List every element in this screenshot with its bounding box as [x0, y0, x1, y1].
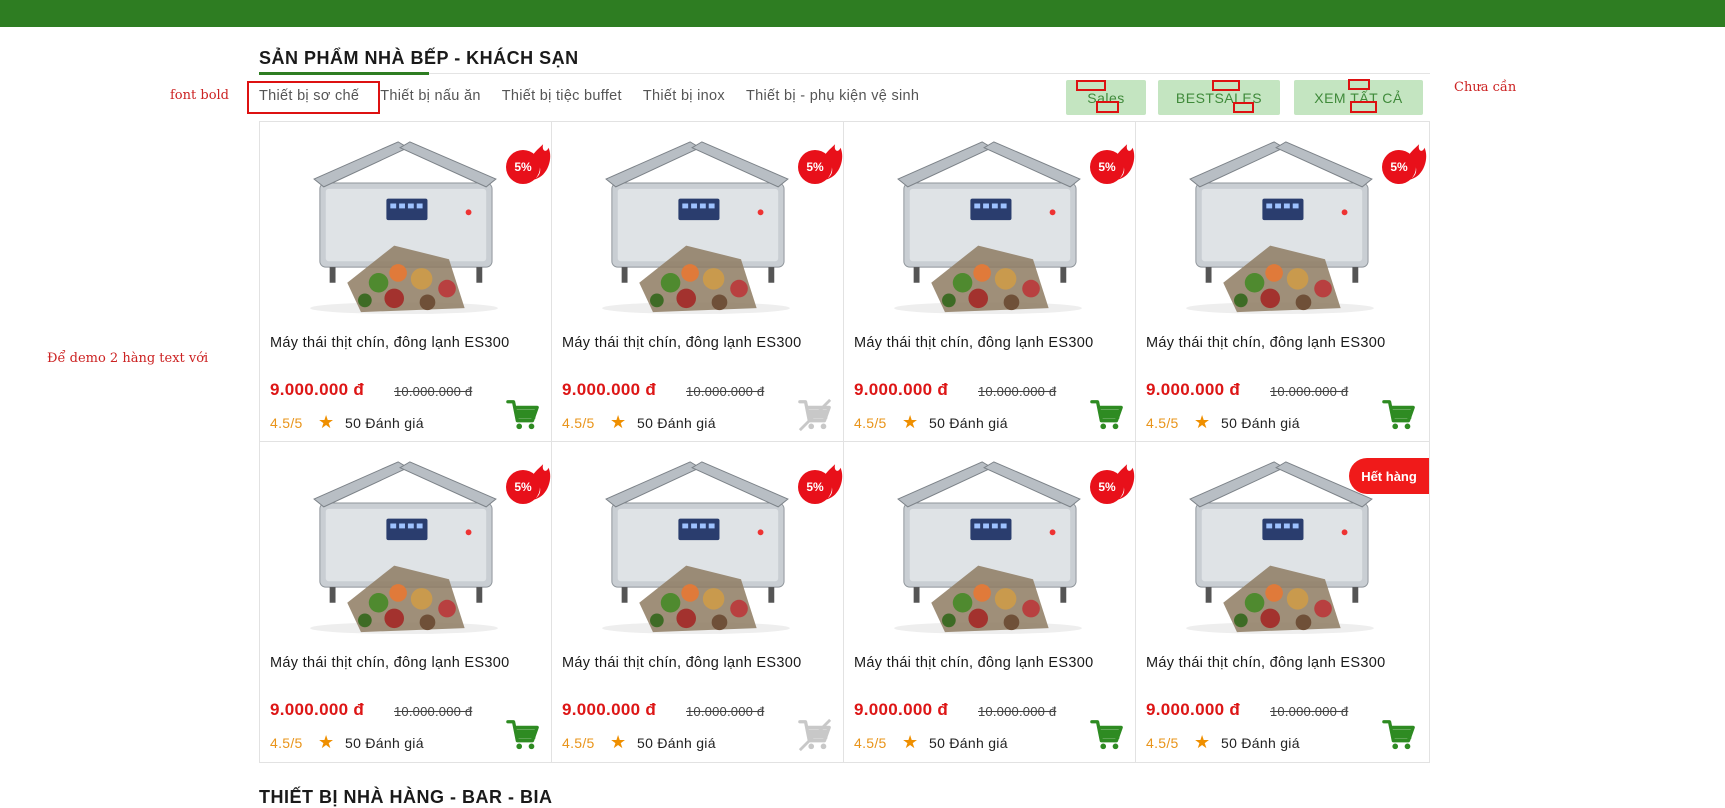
product-rating: 4.5/5	[1146, 735, 1179, 751]
product-image[interactable]	[590, 136, 802, 316]
product-image[interactable]	[590, 456, 802, 636]
tab-thiet-bi-nau-an[interactable]: Thiết bị nấu ăn	[380, 84, 480, 108]
add-to-cart-icon[interactable]	[1090, 398, 1124, 432]
note-chua-can: Chưa cần	[1454, 80, 1517, 95]
tab-thiet-bi-tiec-buffet[interactable]: Thiết bị tiệc buffet	[502, 84, 622, 108]
product-reviews: 50 Đánh giá	[345, 415, 424, 431]
product-name[interactable]: Máy thái thịt chín, đông lạnh ES300	[1146, 654, 1418, 672]
product-reviews: 50 Đánh giá	[929, 735, 1008, 751]
view-all-button[interactable]: XEM TẤT CẢ	[1294, 80, 1423, 115]
product-grid: 5% Máy thái thịt chín, đông lạnh ES300 9…	[259, 121, 1430, 763]
product-old-price: 10.000.000 đ	[1270, 704, 1349, 719]
note-de-demo: Để demo 2 hàng text với	[47, 351, 209, 366]
discount-badge: 5%	[504, 140, 551, 184]
product-rating: 4.5/5	[562, 415, 595, 431]
product-old-price: 10.000.000 đ	[978, 384, 1057, 399]
category-tabs: Thiết bị sơ chế Thiết bị nấu ăn Thiết bị…	[259, 84, 940, 108]
tab-thiet-bi-inox[interactable]: Thiết bị inox	[643, 84, 725, 108]
product-old-price: 10.000.000 đ	[686, 704, 765, 719]
sold-out-badge: Hết hàng	[1349, 458, 1429, 494]
filter-bestsales-button[interactable]: BESTSALES	[1158, 80, 1280, 115]
product-price: 9.000.000 đ	[854, 380, 949, 399]
product-card[interactable]: 5% Máy thái thịt chín, đông lạnh ES300 9…	[552, 122, 844, 442]
product-rating: 4.5/5	[1146, 415, 1179, 431]
product-price: 9.000.000 đ	[1146, 700, 1241, 719]
star-icon: ★	[902, 732, 919, 752]
product-name[interactable]: Máy thái thịt chín, đông lạnh ES300	[270, 334, 542, 352]
product-reviews: 50 Đánh giá	[637, 735, 716, 751]
product-card[interactable]: 5% Máy thái thịt chín, đông lạnh ES300 9…	[260, 122, 552, 442]
product-price: 9.000.000 đ	[562, 380, 657, 399]
top-header-bar	[0, 0, 1725, 27]
star-icon: ★	[1194, 732, 1211, 752]
product-old-price: 10.000.000 đ	[394, 704, 473, 719]
product-card[interactable]: 5% Máy thái thịt chín, đông lạnh ES300 9…	[260, 442, 552, 762]
next-section-title: THIẾT BỊ NHÀ HÀNG - BAR - BIA	[259, 787, 553, 807]
add-to-cart-icon[interactable]	[1382, 398, 1416, 432]
add-to-cart-icon[interactable]	[506, 398, 540, 432]
discount-badge: 5%	[504, 460, 551, 504]
product-reviews: 50 Đánh giá	[1221, 415, 1300, 431]
discount-badge: 5%	[1088, 140, 1135, 184]
cart-off-icon	[798, 718, 832, 752]
product-reviews: 50 Đánh giá	[345, 735, 424, 751]
product-name[interactable]: Máy thái thịt chín, đông lạnh ES300	[562, 334, 834, 352]
product-old-price: 10.000.000 đ	[978, 704, 1057, 719]
cart-off-icon	[798, 398, 832, 432]
product-image[interactable]	[298, 136, 510, 316]
product-name[interactable]: Máy thái thịt chín, đông lạnh ES300	[270, 654, 542, 672]
product-price: 9.000.000 đ	[270, 380, 365, 399]
product-image[interactable]	[1174, 136, 1386, 316]
product-card[interactable]: 5% Máy thái thịt chín, đông lạnh ES300 9…	[552, 442, 844, 762]
product-card[interactable]: 5% Máy thái thịt chín, đông lạnh ES300 9…	[844, 442, 1136, 762]
product-rating: 4.5/5	[270, 735, 303, 751]
discount-badge: 5%	[796, 460, 843, 504]
product-image[interactable]	[882, 136, 1094, 316]
title-divider	[259, 73, 1430, 74]
star-icon: ★	[610, 412, 627, 432]
add-to-cart-icon[interactable]	[1090, 718, 1124, 752]
product-name[interactable]: Máy thái thịt chín, đông lạnh ES300	[562, 654, 834, 672]
product-rating: 4.5/5	[562, 735, 595, 751]
discount-badge: 5%	[1380, 140, 1427, 184]
tab-thiet-bi-phu-kien-ve-sinh[interactable]: Thiết bị - phụ kiện vệ sinh	[746, 84, 919, 108]
add-to-cart-icon[interactable]	[1382, 718, 1416, 752]
star-icon: ★	[318, 412, 335, 432]
product-old-price: 10.000.000 đ	[1270, 384, 1349, 399]
product-name[interactable]: Máy thái thịt chín, đông lạnh ES300	[854, 654, 1126, 672]
star-icon: ★	[1194, 412, 1211, 432]
product-name[interactable]: Máy thái thịt chín, đông lạnh ES300	[854, 334, 1126, 352]
title-underline	[259, 72, 429, 75]
star-icon: ★	[610, 732, 627, 752]
product-rating: 4.5/5	[854, 735, 887, 751]
tab-thiet-bi-so-che[interactable]: Thiết bị sơ chế	[259, 84, 359, 108]
product-rating: 4.5/5	[854, 415, 887, 431]
product-price: 9.000.000 đ	[562, 700, 657, 719]
product-price: 9.000.000 đ	[270, 700, 365, 719]
star-icon: ★	[902, 412, 919, 432]
product-name[interactable]: Máy thái thịt chín, đông lạnh ES300	[1146, 334, 1418, 352]
product-reviews: 50 Đánh giá	[637, 415, 716, 431]
product-card[interactable]: 5% Máy thái thịt chín, đông lạnh ES300 9…	[844, 122, 1136, 442]
product-price: 9.000.000 đ	[854, 700, 949, 719]
note-font-bold: font bold	[170, 88, 229, 103]
discount-badge: 5%	[796, 140, 843, 184]
product-card[interactable]: Hết hàng Máy thái thịt chín, đông lạnh E…	[1136, 442, 1429, 762]
add-to-cart-icon[interactable]	[506, 718, 540, 752]
product-image[interactable]	[882, 456, 1094, 636]
product-rating: 4.5/5	[270, 415, 303, 431]
product-old-price: 10.000.000 đ	[394, 384, 473, 399]
filter-sales-button[interactable]: Sales	[1066, 80, 1146, 115]
section-title: SẢN PHẨM NHÀ BẾP - KHÁCH SẠN	[259, 48, 579, 68]
product-image[interactable]	[298, 456, 510, 636]
product-old-price: 10.000.000 đ	[686, 384, 765, 399]
product-reviews: 50 Đánh giá	[1221, 735, 1300, 751]
discount-badge: 5%	[1088, 460, 1135, 504]
product-price: 9.000.000 đ	[1146, 380, 1241, 399]
product-reviews: 50 Đánh giá	[929, 415, 1008, 431]
product-card[interactable]: 5% Máy thái thịt chín, đông lạnh ES300 9…	[1136, 122, 1429, 442]
star-icon: ★	[318, 732, 335, 752]
